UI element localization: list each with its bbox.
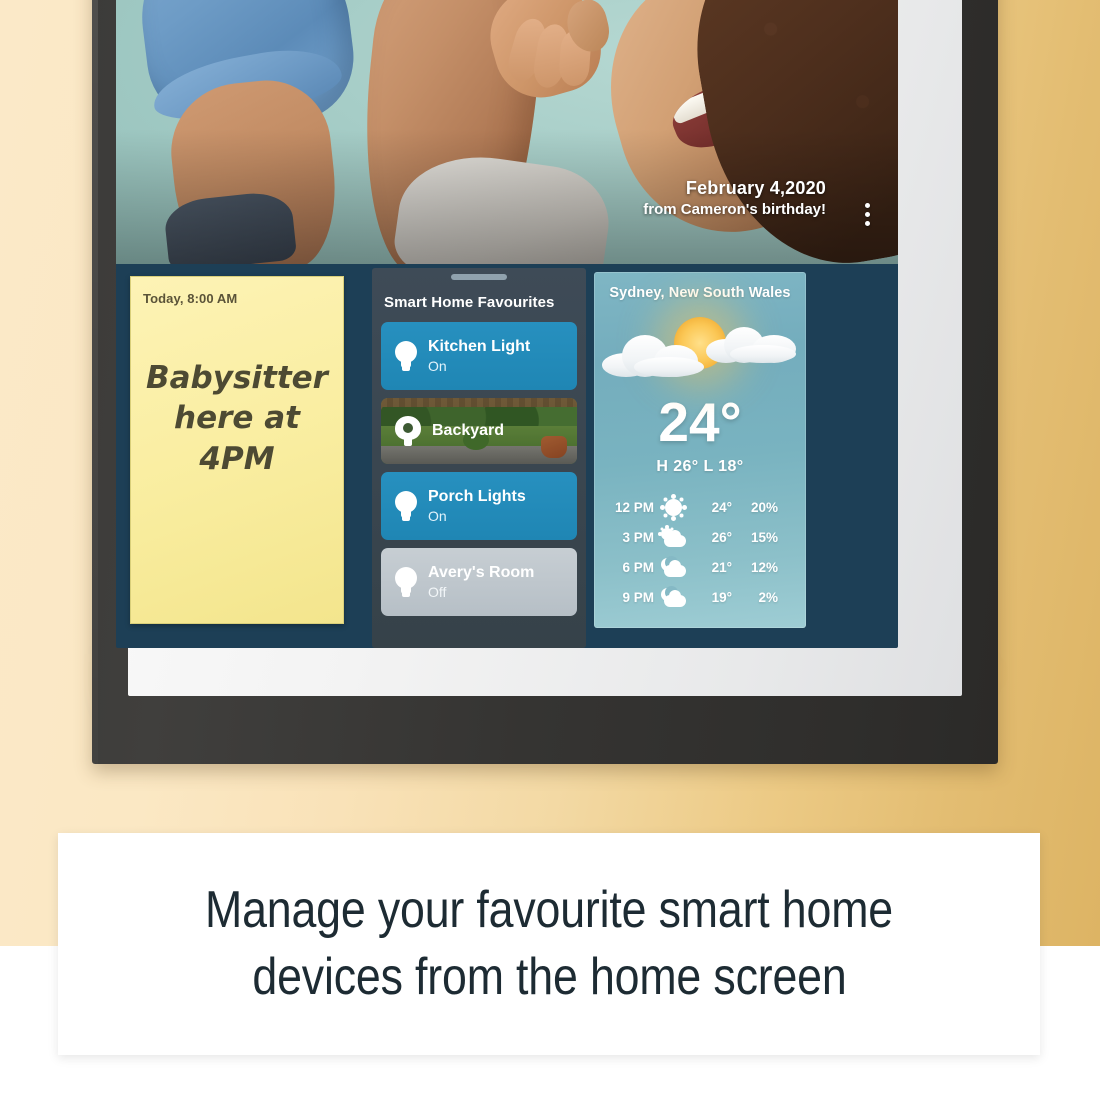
photo-caption-album: from Cameron's birthday! — [643, 201, 826, 218]
device-name: Backyard — [432, 421, 505, 439]
photo-widget[interactable]: February 4,2020 from Cameron's birthday! — [116, 0, 898, 264]
device-state: On — [428, 508, 447, 525]
photo-caption: February 4,2020 from Cameron's birthday! — [643, 178, 826, 218]
sun-behind-cloud-icon — [594, 305, 806, 393]
partly-cloudy-night-icon — [654, 555, 692, 577]
dot — [865, 212, 870, 217]
caption-card: Manage your favourite smart home devices… — [58, 833, 1040, 1055]
weather-hour-row: 6 PM 21° 12% — [606, 552, 794, 582]
sun-icon — [654, 498, 692, 516]
sticky-note[interactable]: Today, 8:00 AM Babysitter here at 4PM — [130, 276, 344, 624]
sticky-note-time: Today, 8:00 AM — [143, 291, 238, 306]
hour-time: 12 PM — [614, 499, 654, 515]
weather-hour-row: 9 PM 19° 2% — [606, 582, 794, 612]
lightbulb-icon — [395, 341, 417, 371]
smart-home-card-backyard-camera[interactable]: Backyard — [381, 398, 577, 464]
smart-home-title: Smart Home Favourites — [384, 294, 555, 311]
hour-temp: 21° — [711, 559, 732, 575]
hour-precip: 20% — [750, 499, 778, 515]
cloud-right — [706, 327, 802, 365]
bezel-highlight — [92, 0, 98, 764]
caption-line-2: devices from the home screen — [251, 948, 847, 1006]
hour-precip: 12% — [750, 559, 778, 575]
hour-time: 9 PM — [622, 589, 654, 605]
device-name: Porch Lights — [428, 487, 526, 505]
partly-cloudy-night-icon — [654, 585, 692, 607]
weather-current-temp: 24° — [658, 391, 742, 453]
hour-temp: 19° — [711, 589, 732, 605]
echo-show-device: February 4,2020 from Cameron's birthday!… — [92, 0, 998, 772]
weather-hour-row: 3 PM 26° 15% — [606, 522, 794, 552]
dot — [865, 221, 870, 226]
weather-location: Sydney, New South Wales — [609, 285, 791, 301]
hour-time: 3 PM — [622, 529, 654, 545]
smart-home-card-kitchen-light[interactable]: Kitchen Light On — [381, 322, 577, 390]
camera-icon — [395, 416, 421, 446]
device-name: Avery's Room — [428, 563, 535, 581]
device-name: Kitchen Light — [428, 337, 531, 355]
smart-home-widget[interactable]: Smart Home Favourites Kitchen Light On B… — [372, 268, 586, 648]
drag-handle-icon[interactable] — [451, 274, 507, 280]
sticky-note-widget[interactable]: Today, 8:00 AM Babysitter here at 4PM — [128, 268, 364, 648]
cloud-left — [602, 333, 712, 377]
weather-hourly-list: 12 PM 24° 20% 3 PM 26° 15% 6 PM 21° 12% … — [594, 492, 806, 612]
photo-caption-date: February 4,2020 — [685, 178, 826, 198]
lightbulb-icon — [395, 567, 417, 597]
hour-precip: 15% — [750, 529, 778, 545]
hour-temp: 24° — [711, 499, 732, 515]
smart-home-card-averys-room[interactable]: Avery's Room Off — [381, 548, 577, 616]
widget-strip: Today, 8:00 AM Babysitter here at 4PM Sm… — [116, 264, 898, 648]
hour-precip: 2% — [758, 589, 778, 605]
device-screen: February 4,2020 from Cameron's birthday!… — [116, 0, 898, 648]
smart-home-card-porch-lights[interactable]: Porch Lights On — [381, 472, 577, 540]
partly-sunny-icon — [654, 527, 692, 547]
caption-line-1: Manage your favourite smart home — [204, 881, 893, 940]
weather-hour-row: 12 PM 24° 20% — [606, 492, 794, 522]
photo-vignette — [116, 0, 898, 264]
hour-temp: 26° — [711, 529, 732, 545]
weather-widget[interactable]: Sydney, New South Wales 24° H 26° L 18° … — [594, 272, 806, 628]
sticky-note-body: Babysitter here at 4PM — [146, 360, 328, 477]
dot — [865, 203, 870, 208]
device-state: On — [428, 358, 447, 375]
weather-high-low: H 26° L 18° — [656, 458, 744, 475]
device-state: Off — [428, 584, 447, 601]
more-vertical-icon[interactable] — [865, 203, 870, 226]
hour-time: 6 PM — [622, 559, 654, 575]
lightbulb-icon — [395, 491, 417, 521]
